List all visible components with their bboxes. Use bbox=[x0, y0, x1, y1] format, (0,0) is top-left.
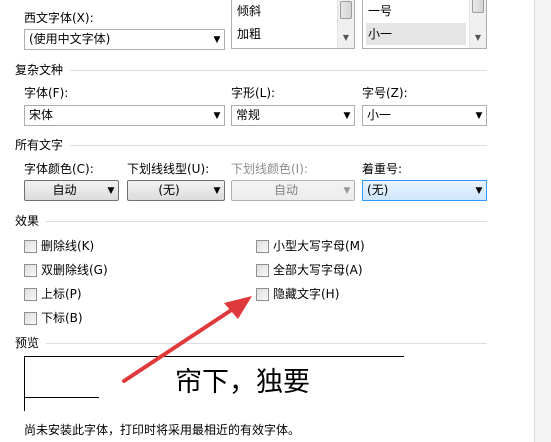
arrow-line bbox=[122, 305, 238, 383]
window-scrollbar[interactable] bbox=[534, 0, 551, 442]
font-dialog: { "western": { "font_label": "西文字体(X):",… bbox=[0, 0, 551, 442]
annotation-arrow bbox=[122, 296, 252, 383]
arrow-head-icon bbox=[224, 296, 252, 319]
